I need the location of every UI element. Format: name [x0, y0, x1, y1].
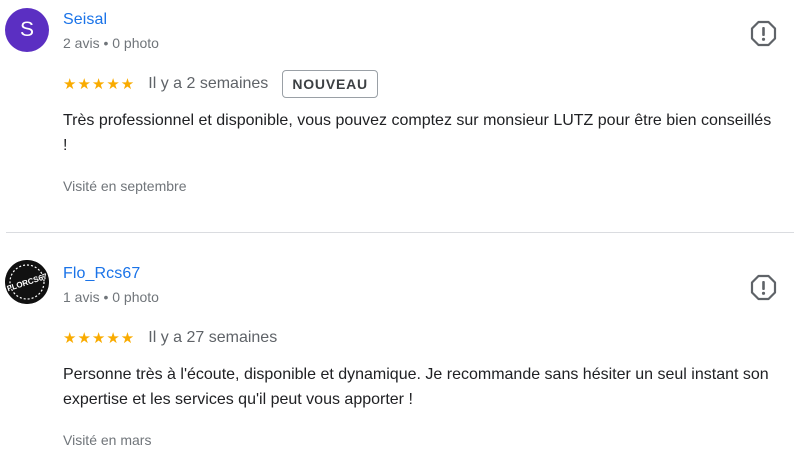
avatar[interactable]: FLORCS67: [5, 260, 49, 304]
divider: [6, 232, 794, 233]
visited-date: Visité en mars: [63, 432, 152, 448]
rating-row: ★★★★★ Il y a 2 semaines NOUVEAU: [63, 69, 378, 99]
avatar-logo: FLORCS67: [5, 260, 49, 304]
report-flag-icon[interactable]: [750, 20, 777, 47]
report-flag-icon[interactable]: [750, 274, 777, 301]
new-badge: NOUVEAU: [282, 70, 378, 98]
visited-date: Visité en septembre: [63, 178, 187, 194]
reviewer-name[interactable]: Flo_Rcs67: [63, 265, 140, 283]
reviewer-meta: 2 avis • 0 photo: [63, 35, 159, 51]
review-text: Très professionnel et disponible, vous p…: [63, 112, 772, 154]
report-flag-icon: [750, 274, 777, 301]
star-rating: ★★★★★: [63, 76, 136, 93]
review-card: Flo_Rcs67 1 avis • 0 photo ★★★★★ Il y a …: [0, 234, 798, 456]
rating-row: ★★★★★ Il y a 27 semaines: [63, 323, 277, 353]
reviewer-meta: 1 avis • 0 photo: [63, 289, 159, 305]
review-text: Personne très à l'écoute, disponible et …: [63, 366, 769, 408]
avatar[interactable]: S: [5, 8, 49, 52]
report-flag-icon: [750, 20, 777, 47]
review-card: S Seisal 2 avis • 0 photo ★★★★★ Il y a 2…: [0, 0, 798, 232]
review-date: Il y a 27 semaines: [148, 329, 278, 346]
star-rating: ★★★★★: [63, 330, 136, 347]
review-date: Il y a 2 semaines: [148, 75, 269, 92]
reviewer-name[interactable]: Seisal: [63, 11, 107, 29]
